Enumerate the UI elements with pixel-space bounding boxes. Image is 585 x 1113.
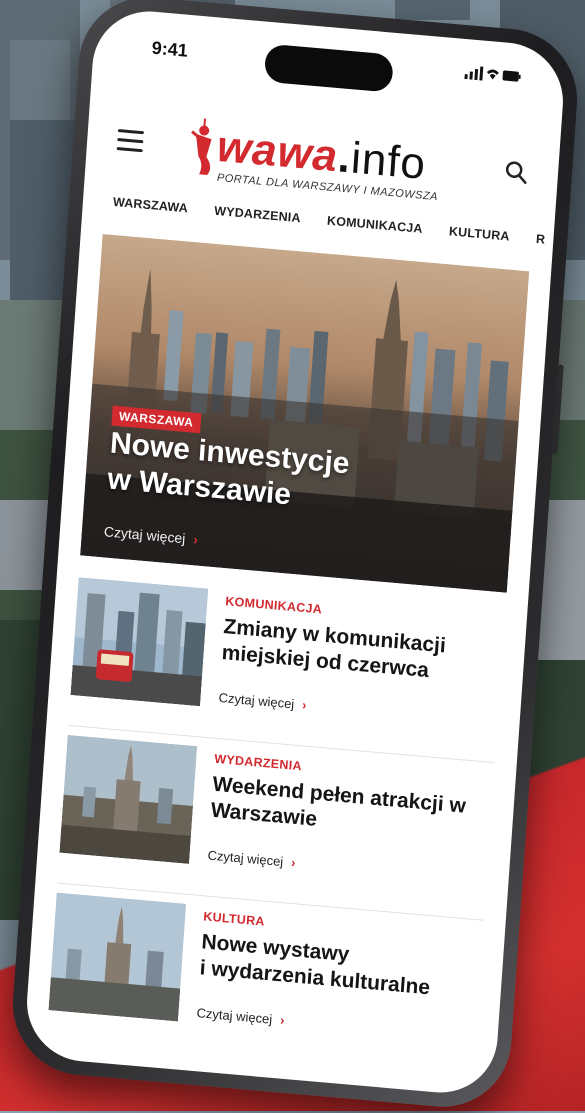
article-category[interactable]: WYDARZENIA bbox=[214, 752, 302, 774]
chevron-right-icon: › bbox=[290, 854, 297, 871]
hamburger-icon[interactable] bbox=[116, 129, 144, 153]
article-read-more-link[interactable]: Czytaj więcej › bbox=[196, 1005, 285, 1028]
read-more-label: Czytaj więcej bbox=[207, 847, 284, 870]
tram-image bbox=[70, 577, 209, 707]
search-icon[interactable] bbox=[503, 159, 529, 185]
nav-item-komunikacja[interactable]: KOMUNIKACJA bbox=[327, 214, 424, 236]
article-thumbnail[interactable] bbox=[59, 734, 198, 864]
article-title[interactable]: Weekend pełen atrakcji w Warszawie bbox=[210, 772, 483, 847]
article-category[interactable]: KOMUNIKACJA bbox=[225, 594, 323, 616]
chevron-right-icon: › bbox=[301, 697, 308, 713]
article-card[interactable]: WYDARZENIA Weekend pełen atrakcji w Wars… bbox=[58, 734, 494, 912]
article-title[interactable]: Nowe wystawy i wydarzenia kulturalne bbox=[199, 929, 472, 1004]
read-more-label: Czytaj więcej bbox=[196, 1005, 273, 1027]
site-logo[interactable]: wawa.info PORTAL DLA WARSZAWY I MAZOWSZA bbox=[184, 109, 469, 213]
palace-image bbox=[59, 734, 198, 864]
signal-wifi-battery-icon bbox=[464, 66, 521, 82]
article-card[interactable]: KULTURA Nowe wystawy i wydarzenia kultur… bbox=[47, 892, 483, 1069]
article-read-more-link[interactable]: Czytaj więcej › bbox=[218, 690, 307, 713]
article-thumbnail[interactable] bbox=[70, 577, 209, 707]
read-more-label: Czytaj więcej bbox=[218, 689, 295, 712]
article-thumbnail[interactable] bbox=[48, 892, 187, 1022]
article-category[interactable]: KULTURA bbox=[203, 909, 265, 928]
dynamic-island bbox=[263, 43, 394, 93]
article-card[interactable]: KOMUNIKACJA Zmiany w komunikacji miejski… bbox=[69, 577, 505, 754]
nav-item-warszawa[interactable]: WARSZAWA bbox=[112, 195, 188, 216]
nav-item-kultura[interactable]: KULTURA bbox=[449, 224, 511, 243]
chevron-right-icon: › bbox=[279, 1012, 286, 1028]
nav-item-more[interactable]: R bbox=[536, 232, 546, 247]
article-title[interactable]: Zmiany w komunikacji miejskiej od czerwc… bbox=[221, 614, 494, 689]
status-time: 9:41 bbox=[151, 37, 189, 61]
app-header: wawa.info PORTAL DLA WARSZAWY I MAZOWSZA bbox=[85, 91, 561, 212]
status-icons bbox=[464, 65, 521, 87]
hero-article[interactable]: WARSZAWA Nowe inwestycje w Warszawie Czy… bbox=[80, 234, 530, 593]
phone-screen: 9:41 wawa.info PORTAL DLA WARSZAWY I MAZ… bbox=[23, 6, 567, 1098]
phone-mockup: 9:41 wawa.info PORTAL DLA WARSZAWY I MAZ… bbox=[8, 0, 582, 1113]
logo-suffix: info bbox=[349, 133, 428, 189]
nav-item-wydarzenia[interactable]: WYDARZENIA bbox=[214, 204, 301, 226]
city-view-image bbox=[48, 892, 187, 1022]
article-read-more-link[interactable]: Czytaj więcej › bbox=[207, 848, 296, 871]
